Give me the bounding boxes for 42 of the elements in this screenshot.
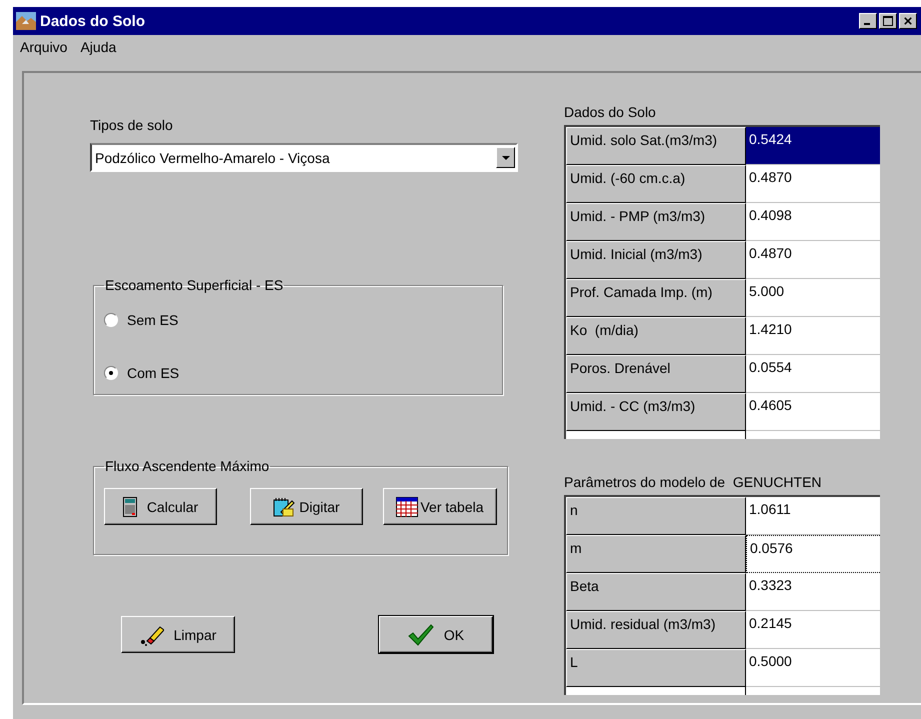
toolbar-button[interactable]: Digitar bbox=[250, 488, 363, 525]
group-title: Escoamento Superficial - ES bbox=[104, 277, 284, 293]
value-cell[interactable]: 0.4870 bbox=[746, 241, 880, 279]
action-button[interactable]: OK bbox=[379, 616, 493, 653]
row-header: Ko (m/dia) bbox=[566, 317, 746, 355]
value-cell[interactable]: 0.0576 bbox=[746, 535, 880, 573]
value-cell[interactable]: 0.5424 bbox=[746, 127, 880, 165]
row-header: Umid. - PMP (m3/m3) bbox=[566, 203, 746, 241]
row-header: L bbox=[566, 649, 746, 687]
row-header: Poros. Drenável bbox=[566, 355, 746, 393]
row-header: Umid. (-60 cm.c.a) bbox=[566, 165, 746, 203]
menu-item[interactable]: Arquivo bbox=[20, 39, 68, 55]
radio-option[interactable]: Com ES bbox=[104, 360, 492, 386]
value-cell[interactable]: 0.3323 bbox=[746, 573, 880, 611]
row-header: m bbox=[566, 535, 746, 573]
grid-title: Dados do Solo bbox=[564, 104, 657, 120]
value-cell[interactable]: 0.4605 bbox=[746, 393, 880, 431]
value-cell[interactable]: 0.5000 bbox=[746, 649, 880, 687]
toolbar-button[interactable]: Calcular bbox=[104, 488, 217, 525]
radio-option[interactable]: Sem ES bbox=[104, 307, 492, 333]
row-header: Prof. Camada Imp. (m) bbox=[566, 279, 746, 317]
value-cell[interactable]: 0.0554 bbox=[746, 355, 880, 393]
window-title: Dados do Solo bbox=[40, 12, 146, 30]
row-header: Beta bbox=[566, 573, 746, 611]
value-cell[interactable]: 5.000 bbox=[746, 279, 880, 317]
soil-type-label: Tipos de solo bbox=[90, 117, 174, 133]
grid-title: Parâmetros do modelo de GENUCHTEN bbox=[564, 474, 823, 490]
row-header: Umid. residual (m3/m3) bbox=[566, 611, 746, 649]
row-header: Umid. Inicial (m3/m3) bbox=[566, 241, 746, 279]
row-header: Umid. - CC (m3/m3) bbox=[566, 393, 746, 431]
group-title: Fluxo Ascendente Máximo bbox=[104, 458, 270, 474]
value-cell[interactable]: 0.2145 bbox=[746, 611, 880, 649]
toolbar-button[interactable]: Ver tabela bbox=[383, 488, 497, 525]
soil-type-dropdown[interactable]: Podzólico Vermelho-Amarelo - Viçosa bbox=[90, 143, 518, 172]
row-header: Umid. solo Sat.(m3/m3) bbox=[566, 127, 746, 165]
row-header: n bbox=[566, 497, 746, 535]
menu-item[interactable]: Ajuda bbox=[80, 39, 116, 55]
value-cell[interactable]: 0.4870 bbox=[746, 165, 880, 203]
action-button[interactable]: Limpar bbox=[121, 616, 235, 653]
value-cell[interactable]: 1.0611 bbox=[746, 497, 880, 535]
value-cell[interactable]: 0.4098 bbox=[746, 203, 880, 241]
value-cell[interactable]: 1.4210 bbox=[746, 317, 880, 355]
